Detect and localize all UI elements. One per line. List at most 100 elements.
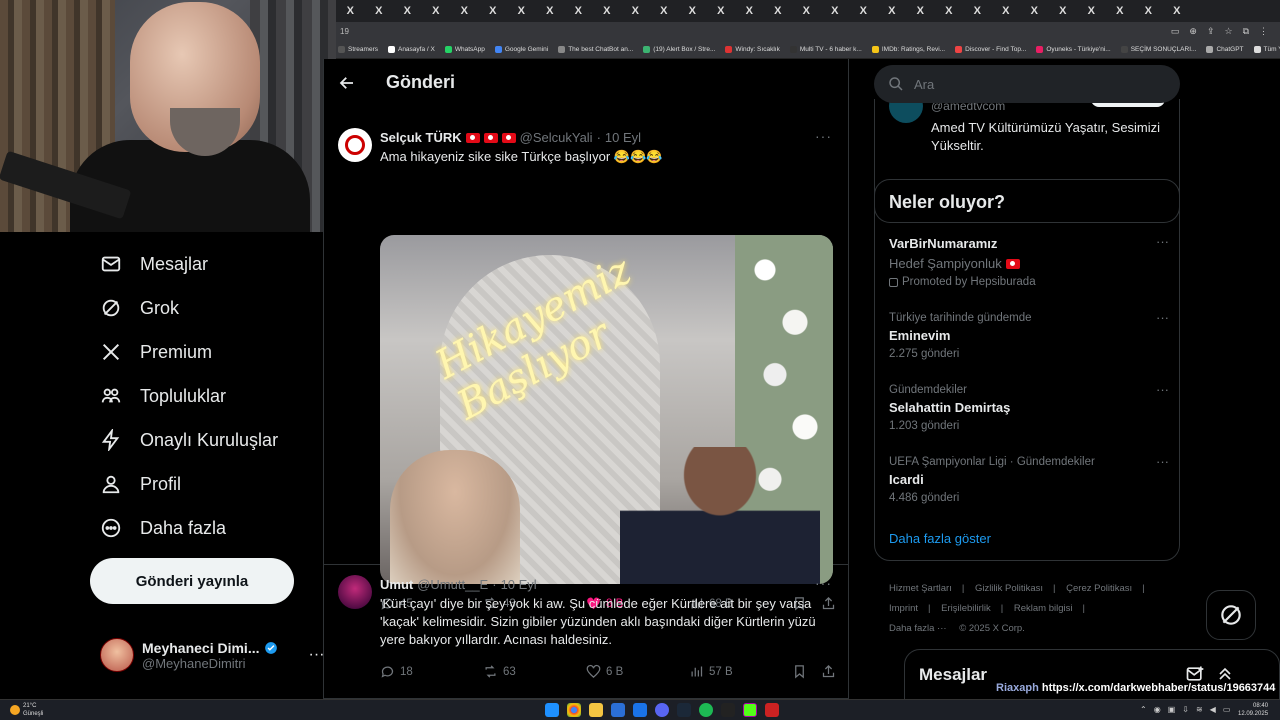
nav-grok[interactable]: Grok [100, 297, 179, 319]
bookmark-item[interactable]: Anasayfa / X [387, 46, 435, 53]
system-clock[interactable]: 08:40 12.09.2025 [1238, 702, 1268, 718]
expand-up-icon[interactable] [1215, 664, 1235, 684]
search-input[interactable]: Ara [914, 77, 934, 92]
tweet-more-icon[interactable]: ··· [815, 128, 832, 144]
trend-more-icon[interactable]: ··· [1156, 234, 1169, 249]
browser-tab[interactable]: X [735, 0, 764, 22]
nav-communities[interactable]: Topluluklar [100, 385, 226, 407]
nav-more[interactable]: Daha fazla [100, 517, 226, 539]
store-icon[interactable] [611, 703, 625, 717]
tweet-author-name[interactable]: Selçuk TÜRK [380, 130, 462, 145]
browser-tab[interactable]: X [1049, 0, 1078, 22]
tweet[interactable]: Selçuk TÜRK @SelcukYali · 10 Eyl ··· Ama… [324, 118, 848, 611]
tweet-media-video[interactable]: Hikayemiz Başlıyor [380, 235, 833, 584]
browser-tab[interactable]: X [906, 0, 935, 22]
browser-address-bar[interactable]: 19 ▭ ⊕ ⇪ ☆ ⧉ ⋮ [336, 22, 1280, 41]
repost-button[interactable]: 63 [483, 664, 586, 679]
show-more-link[interactable]: Daha fazla göster [889, 531, 991, 546]
bookmark-item[interactable]: WhatsApp [444, 46, 485, 53]
app-icon[interactable] [721, 703, 735, 717]
footer-link-accessibility[interactable]: Erişilebilirlik [941, 603, 991, 614]
nav-messages[interactable]: Mesajlar [100, 253, 208, 275]
account-switcher[interactable]: Meyhaneci Dimi... @MeyhaneDimitri ··· [100, 638, 324, 672]
footer-link-privacy[interactable]: Gizlilik Politikası [975, 583, 1043, 594]
browser-tab[interactable]: X [621, 0, 650, 22]
browser-tab[interactable]: X [1106, 0, 1135, 22]
battery-icon[interactable]: ▭ [1223, 705, 1231, 714]
chevron-up-icon[interactable]: ⌃ [1140, 705, 1147, 714]
share-icon[interactable] [821, 664, 836, 679]
network-icon[interactable]: ◉ [1154, 705, 1161, 714]
nav-profile[interactable]: Profil [100, 473, 181, 495]
bookmark-item[interactable]: Windy: Sıcaklık [725, 46, 780, 53]
download-icon[interactable]: ⇩ [1182, 705, 1189, 714]
browser-tab[interactable]: X [393, 0, 422, 22]
app-tray-icon[interactable]: ▣ [1168, 705, 1176, 714]
extensions-icon[interactable]: ⧉ [1243, 26, 1249, 37]
steam-icon[interactable] [677, 703, 691, 717]
browser-tab[interactable]: X [992, 0, 1021, 22]
weather-widget[interactable]: 21°C Güneşli [10, 702, 43, 718]
wifi-icon[interactable]: ≋ [1196, 705, 1203, 714]
bookmark-item[interactable]: Oyuneks - Türkiye'ni... [1036, 46, 1111, 53]
browser-tab[interactable]: X [450, 0, 479, 22]
footer-link-more[interactable]: Daha fazla ··· [889, 623, 947, 634]
bookmark-item[interactable]: (19) Alert Box / Stre... [643, 46, 715, 53]
volume-icon[interactable]: ◀ [1210, 705, 1216, 714]
browser-tab[interactable]: X [821, 0, 850, 22]
tweet[interactable]: Umut @Umutt__E · 10 Eyl ··· 'Kürt çayı' … [324, 565, 848, 699]
nav-verified-orgs[interactable]: Onaylı Kuruluşlar [100, 429, 278, 451]
zoom-icon[interactable]: ⊕ [1189, 26, 1197, 37]
browser-tab[interactable]: X [1163, 0, 1192, 22]
bookmark-star-icon[interactable]: ☆ [1224, 26, 1232, 37]
browser-tab[interactable]: X [792, 0, 821, 22]
kick-icon[interactable] [743, 703, 757, 717]
app-icon[interactable] [765, 703, 779, 717]
browser-tab[interactable]: X [764, 0, 793, 22]
tweet-author-name[interactable]: Umut [380, 577, 413, 592]
share-icon[interactable]: ⇪ [1207, 26, 1215, 37]
tweet-date[interactable]: 10 Eyl [501, 577, 537, 592]
grok-button[interactable] [1206, 590, 1256, 640]
bookmark-item[interactable]: Streamers [338, 46, 378, 53]
trend-item[interactable]: Türkiye tarihinde gündemde Eminevim 2.27… [889, 310, 1169, 362]
nav-premium[interactable]: Premium [100, 341, 212, 363]
menu-icon[interactable]: ⋮ [1259, 26, 1268, 37]
tweet-avatar[interactable] [338, 128, 372, 162]
footer-link-terms[interactable]: Hizmet Şartları [889, 583, 952, 594]
discord-icon[interactable] [655, 703, 669, 717]
file-explorer-icon[interactable] [589, 703, 603, 717]
browser-tab[interactable]: X [365, 0, 394, 22]
trend-item[interactable]: VarBirNumaramız Hedef Şampiyonluk Promot… [889, 234, 1169, 290]
bookmark-item[interactable]: ChatGPT [1206, 46, 1244, 53]
browser-tab[interactable]: X [336, 0, 365, 22]
browser-tab[interactable]: X [507, 0, 536, 22]
tweet-author-handle[interactable]: @Umutt__E [417, 577, 488, 592]
browser-tab[interactable]: X [1077, 0, 1106, 22]
spotify-icon[interactable] [699, 703, 713, 717]
trend-more-icon[interactable]: ··· [1156, 454, 1169, 469]
browser-tab[interactable]: X [1020, 0, 1049, 22]
bookmark-item[interactable]: SEÇİM SONUÇLARI... [1120, 46, 1196, 53]
browser-tab[interactable]: X [650, 0, 679, 22]
reply-button[interactable]: 18 [380, 664, 483, 679]
browser-tab[interactable]: X [564, 0, 593, 22]
browser-tab[interactable]: X [479, 0, 508, 22]
browser-tab[interactable]: X [678, 0, 707, 22]
bookmark-item[interactable]: Discover - Find Top... [955, 46, 1026, 53]
bookmark-item[interactable]: Google Gemini [494, 46, 548, 53]
new-message-icon[interactable] [1185, 664, 1205, 684]
bookmark-item[interactable]: The best ChatBot an... [558, 46, 633, 53]
chrome-icon[interactable] [567, 703, 581, 717]
bookmark-item[interactable]: IMDb: Ratings, Revi... [871, 46, 945, 53]
url-text[interactable]: 19 [340, 27, 349, 36]
app-icon[interactable] [633, 703, 647, 717]
browser-tab[interactable]: X [536, 0, 565, 22]
post-button[interactable]: Gönderi yayınla [90, 558, 294, 604]
views-button[interactable]: 57 B [689, 664, 792, 679]
bookmark-icon[interactable] [792, 664, 807, 679]
browser-tab[interactable]: X [878, 0, 907, 22]
tweet-avatar[interactable] [338, 575, 372, 609]
footer-link-ads-info[interactable]: Reklam bilgisi [1014, 603, 1073, 614]
browser-tab[interactable]: X [935, 0, 964, 22]
